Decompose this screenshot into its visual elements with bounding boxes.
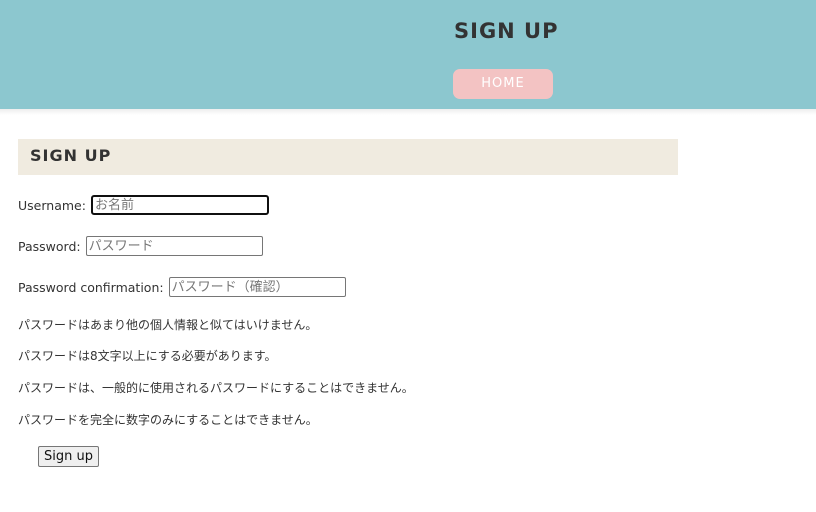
password-row: Password: <box>18 236 263 256</box>
header-shadow <box>0 109 816 115</box>
username-row: Username: <box>18 195 269 215</box>
password-input[interactable] <box>85 236 263 256</box>
password-confirmation-label: Password confirmation: <box>18 279 164 295</box>
header-title: SIGN UP <box>454 19 559 43</box>
home-button[interactable]: HOME <box>453 69 553 99</box>
section-heading-bar: SIGN UP <box>18 139 678 175</box>
help-text: パスワードはあまり他の個人情報と似てはいけません。 <box>18 318 318 332</box>
signup-button[interactable]: Sign up <box>38 446 99 467</box>
site-header: SIGN UP HOME <box>0 0 816 109</box>
username-label: Username: <box>18 197 86 213</box>
username-input[interactable] <box>90 195 269 215</box>
password-label: Password: <box>18 238 81 254</box>
password-confirmation-row: Password confirmation: <box>18 277 346 297</box>
password-confirmation-input[interactable] <box>168 277 346 297</box>
help-text: パスワードを完全に数字のみにすることはできません。 <box>18 413 318 427</box>
help-text: パスワードは8文字以上にする必要があります。 <box>18 349 277 363</box>
help-text: パスワードは、一般的に使用されるパスワードにすることはできません。 <box>18 381 414 395</box>
section-title: SIGN UP <box>30 146 112 165</box>
